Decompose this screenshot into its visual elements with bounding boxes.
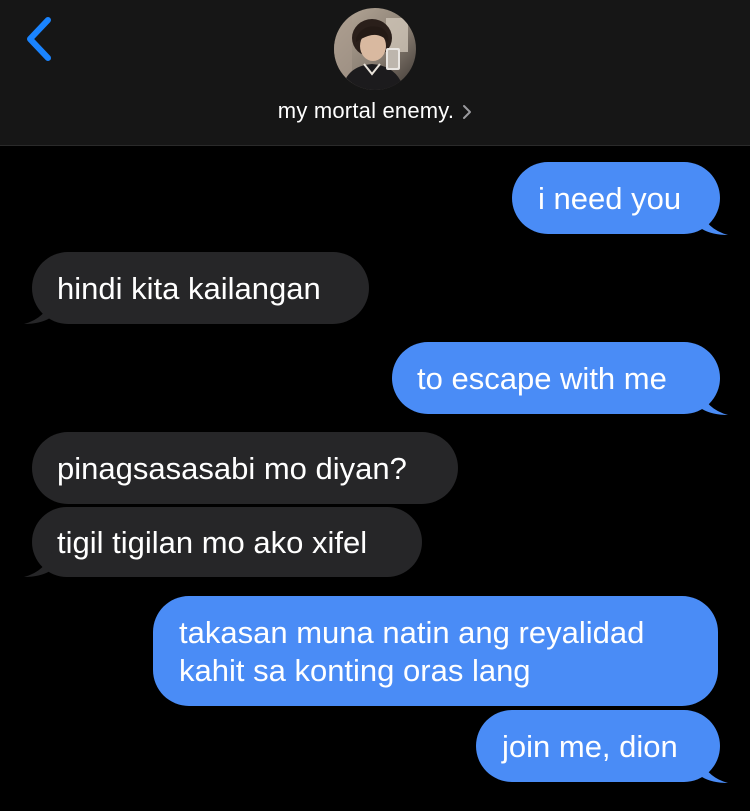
message-bubble-outgoing[interactable]: takasan muna natin ang reyalidad kahit s… bbox=[153, 596, 718, 706]
bubble-tail bbox=[700, 389, 728, 415]
message-text: pinagsasasabi mo diyan? bbox=[57, 451, 407, 486]
message-bubble-incoming[interactable]: tigil tigilan mo ako xifel bbox=[32, 507, 422, 577]
message-bubble-outgoing[interactable]: join me, dion bbox=[476, 710, 720, 782]
contact-photo bbox=[334, 8, 416, 90]
message-bubble-outgoing[interactable]: to escape with me bbox=[392, 342, 720, 414]
message-thread[interactable]: i need you hindi kita kailangan to escap… bbox=[0, 147, 750, 811]
chevron-left-icon bbox=[27, 17, 51, 61]
message-text: i need you bbox=[538, 181, 682, 216]
contact-name-button[interactable]: my mortal enemy. bbox=[0, 98, 750, 126]
message-bubble-incoming[interactable]: hindi kita kailangan bbox=[32, 252, 369, 324]
back-button[interactable] bbox=[20, 14, 60, 66]
message-text-line: kahit sa konting oras lang bbox=[179, 653, 531, 688]
contact-name: my mortal enemy. bbox=[277, 98, 455, 123]
message-bubble-incoming[interactable]: pinagsasasabi mo diyan? bbox=[32, 432, 458, 504]
chevron-right-icon bbox=[462, 100, 472, 126]
bubble-tail bbox=[700, 757, 728, 783]
bubble-tail bbox=[24, 551, 52, 577]
conversation-header: my mortal enemy. bbox=[0, 0, 750, 146]
bubble-tail bbox=[24, 298, 52, 324]
message-bubble-outgoing[interactable]: i need you bbox=[512, 162, 720, 234]
message-text-line: takasan muna natin ang reyalidad bbox=[179, 615, 645, 650]
message-text: tigil tigilan mo ako xifel bbox=[57, 525, 368, 560]
message-text: join me, dion bbox=[502, 729, 678, 764]
avatar[interactable] bbox=[334, 8, 416, 90]
message-text: hindi kita kailangan bbox=[57, 271, 321, 306]
message-text: to escape with me bbox=[417, 361, 667, 396]
bubble-tail bbox=[700, 209, 728, 235]
